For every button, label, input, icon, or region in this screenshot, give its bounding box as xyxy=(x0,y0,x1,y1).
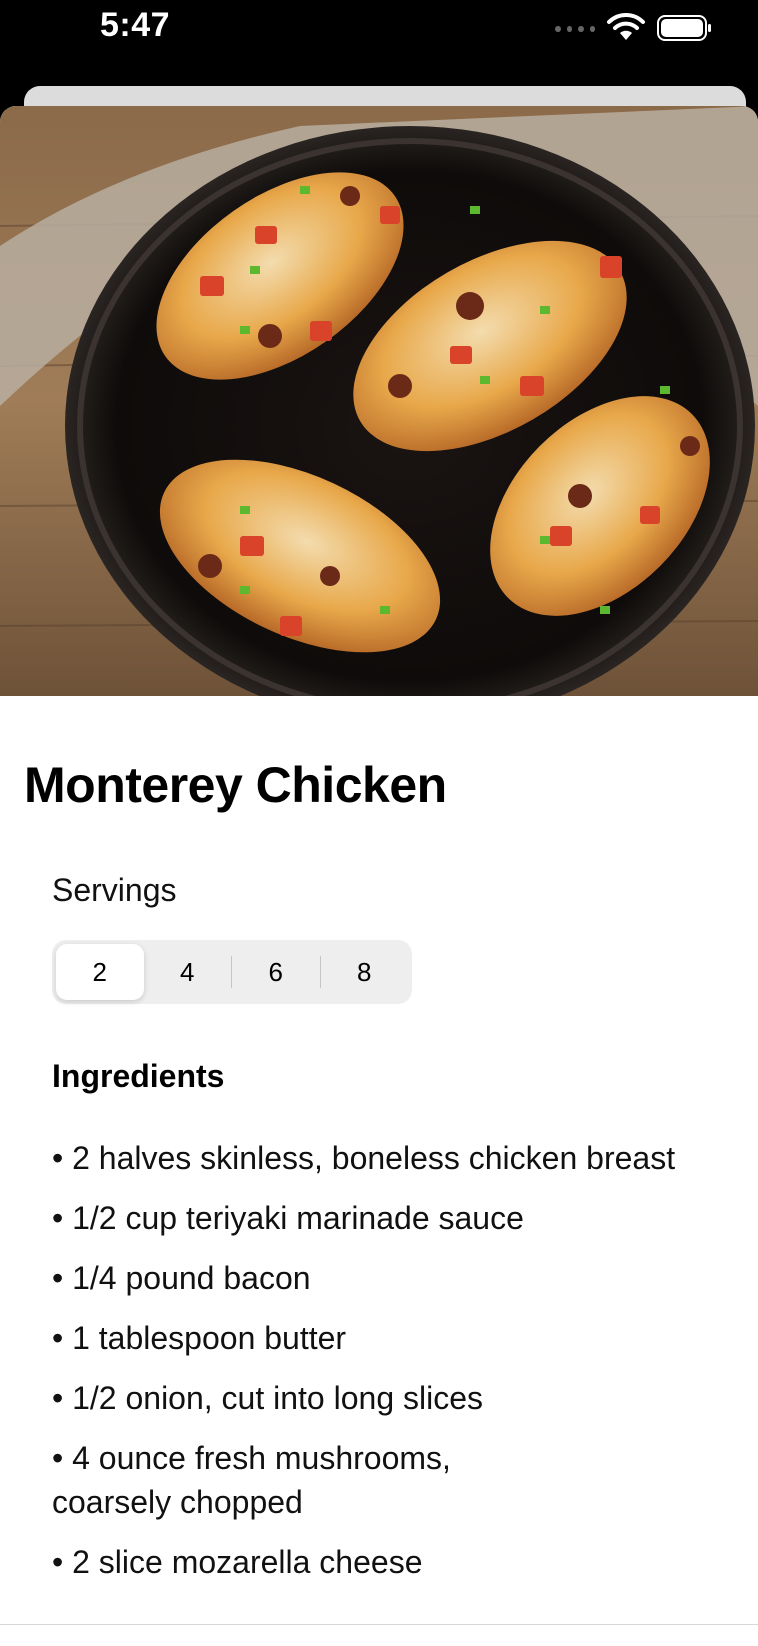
ingredients-list: • 2 halves skinless, boneless chicken br… xyxy=(52,1136,732,1600)
ingredient-item: • 2 slice mozarella cheese xyxy=(52,1544,423,1580)
ingredient-item: • 4 ounce fresh mushrooms, coarsely chop… xyxy=(52,1440,451,1520)
status-time: 5:47 xyxy=(100,6,171,44)
ingredient-item: • 1/4 pound bacon xyxy=(52,1260,311,1296)
status-bar: 5:47 xyxy=(0,0,758,86)
recipe-title: Monterey Chicken xyxy=(24,757,447,813)
servings-option-2[interactable]: 2 xyxy=(56,944,144,1000)
bottom-divider xyxy=(0,1624,758,1625)
servings-option-6[interactable]: 6 xyxy=(232,944,320,1000)
servings-label: Servings xyxy=(52,872,177,908)
ingredient-item: • 1/2 cup teriyaki marinade sauce xyxy=(52,1200,524,1236)
cellular-signal-icon xyxy=(555,22,595,36)
battery-icon xyxy=(657,15,711,41)
ingredient-item: • 2 halves skinless, boneless chicken br… xyxy=(52,1140,676,1176)
ingredients-heading: Ingredients xyxy=(52,1058,225,1094)
food-photo-icon xyxy=(0,106,758,696)
ingredient-item: • 1 tablespoon butter xyxy=(52,1320,347,1356)
servings-option-4[interactable]: 4 xyxy=(144,944,232,1000)
wifi-icon xyxy=(607,12,645,40)
recipe-photo xyxy=(0,106,758,696)
servings-segmented-control[interactable]: 2 4 6 8 xyxy=(52,940,412,1004)
ingredient-item: • 1/2 onion, cut into long slices xyxy=(52,1380,484,1416)
servings-option-8[interactable]: 8 xyxy=(321,944,409,1000)
recipe-sheet[interactable]: Monterey Chicken Servings 2 4 6 8 Ingred… xyxy=(0,106,758,1646)
